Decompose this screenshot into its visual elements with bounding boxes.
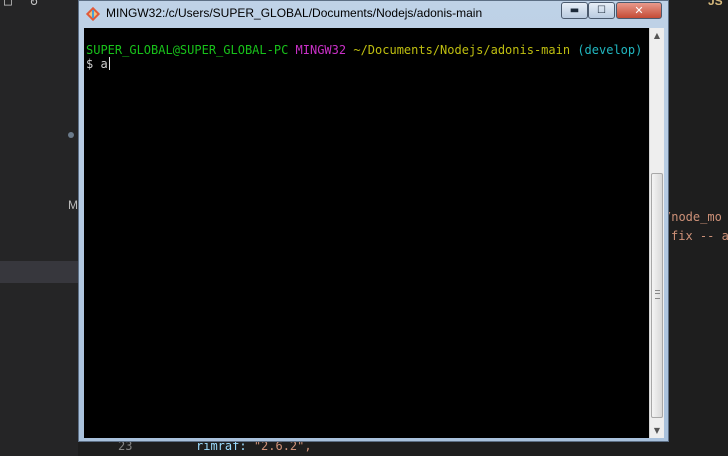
- terminal-window[interactable]: MINGW32:/c/Users/SUPER_GLOBAL/Documents/…: [78, 0, 669, 442]
- vertical-scrollbar[interactable]: ▲ ▼: [649, 28, 664, 438]
- git-bash-icon: [85, 6, 101, 22]
- sidebar-dot-icon: [68, 132, 74, 138]
- js-file-icon: JS: [708, 0, 723, 8]
- text-cursor: [108, 57, 110, 70]
- maximize-button[interactable]: ☐: [588, 2, 615, 19]
- editor-code-line: /node_mo: [664, 210, 722, 224]
- refresh-icon[interactable]: ↻: [30, 0, 38, 9]
- title-bar[interactable]: MINGW32:/c/Users/SUPER_GLOBAL/Documents/…: [79, 1, 668, 26]
- window-title: MINGW32:/c/Users/SUPER_GLOBAL/Documents/…: [106, 6, 483, 20]
- minimize-button[interactable]: ▬: [561, 2, 588, 19]
- prompt-system: MINGW32: [295, 43, 347, 57]
- sidebar-selected-row[interactable]: [0, 261, 78, 283]
- prompt-line: SUPER_GLOBAL@SUPER_GLOBAL-PC MINGW32 ~/D…: [86, 43, 642, 57]
- close-button[interactable]: ✕: [616, 2, 662, 19]
- prompt-branch: (develop): [577, 43, 643, 57]
- editor-code-line: fix -- a: [671, 229, 728, 243]
- command-input[interactable]: a: [100, 57, 107, 71]
- editor-sidebar: □ ↻ M: [0, 0, 78, 456]
- close-icon: ✕: [634, 4, 644, 17]
- editor-right-area: [668, 0, 728, 456]
- terminal-output[interactable]: SUPER_GLOBAL@SUPER_GLOBAL-PC MINGW32 ~/D…: [84, 28, 649, 438]
- scroll-up-arrow-icon[interactable]: ▲: [650, 28, 664, 43]
- sidebar-letter: M: [68, 198, 78, 212]
- sidebar-toolbar-icon[interactable]: □: [4, 0, 12, 9]
- scroll-down-arrow-icon[interactable]: ▼: [650, 423, 664, 438]
- editor-bottom-line: 23 rimraf: "2.6.2",: [78, 439, 668, 456]
- scrollbar-grip-icon: [655, 290, 660, 299]
- maximize-icon: ☐: [597, 5, 606, 16]
- prompt-symbol: $: [86, 57, 94, 71]
- command-input-line[interactable]: $ a: [86, 57, 110, 71]
- prompt-path: ~/Documents/Nodejs/adonis-main: [353, 43, 571, 57]
- scrollbar-thumb[interactable]: [651, 173, 663, 418]
- prompt-user: SUPER_GLOBAL@SUPER_GLOBAL-PC: [86, 43, 289, 57]
- minimize-icon: ▬: [569, 5, 580, 16]
